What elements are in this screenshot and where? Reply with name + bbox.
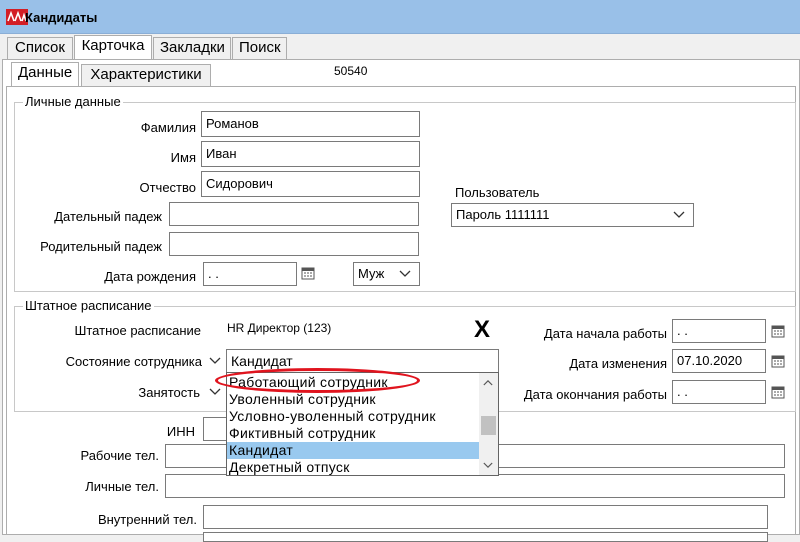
start-date-field[interactable]: . .	[672, 319, 766, 343]
patronymic-field[interactable]: Сидорович	[201, 171, 420, 197]
calendar-icon[interactable]	[771, 324, 785, 338]
start-date-label: Дата начала работы	[543, 326, 667, 341]
status-option[interactable]: Фиктивный сотрудник	[227, 425, 479, 442]
internal-phone-field[interactable]	[203, 505, 768, 529]
tab-list[interactable]: Список	[7, 37, 73, 59]
genitive-label: Родительный падеж	[40, 239, 162, 254]
inn-field[interactable]	[203, 417, 227, 441]
scrollbar-thumb[interactable]	[481, 416, 496, 435]
status-option[interactable]: Условно-уволенный сотрудник	[227, 408, 479, 425]
tab-search[interactable]: Поиск	[232, 37, 287, 59]
personal-phone-label: Личные тел.	[85, 479, 159, 494]
tab-data[interactable]: Данные	[11, 62, 79, 87]
schedule-label: Штатное расписание	[74, 323, 201, 338]
chevron-down-icon[interactable]	[209, 388, 221, 396]
dative-label: Дательный падеж	[54, 209, 162, 224]
tab-characteristics[interactable]: Характеристики	[81, 64, 211, 86]
window-title: Кандидаты	[25, 10, 98, 25]
dative-field[interactable]	[169, 202, 419, 226]
calendar-icon[interactable]	[771, 385, 785, 399]
status-option[interactable]: Декретный отпуск	[227, 459, 479, 476]
personal-phone-field[interactable]	[165, 474, 785, 498]
birth-date-field[interactable]: . .	[203, 262, 297, 286]
chevron-down-icon	[399, 270, 411, 277]
first-name-label: Имя	[170, 150, 196, 165]
chevron-down-icon[interactable]	[209, 357, 221, 365]
internal-phone-label: Внутренний тел.	[97, 512, 197, 527]
status-option[interactable]: Уволенный сотрудник	[227, 391, 479, 408]
highlight-ellipse	[215, 368, 420, 393]
dropdown-scrollbar[interactable]	[479, 373, 498, 475]
changed-date-field[interactable]: 07.10.2020	[672, 349, 766, 373]
last-name-label: Фамилия	[140, 120, 196, 135]
calendar-icon[interactable]	[771, 354, 785, 368]
scroll-up-icon[interactable]	[483, 379, 493, 386]
changed-date-label: Дата изменения	[569, 356, 667, 371]
last-name-field[interactable]: Романов	[201, 111, 420, 137]
scroll-down-icon[interactable]	[483, 462, 493, 469]
tab-bookmarks[interactable]: Закладки	[153, 37, 231, 59]
title-bar: Кандидаты	[0, 0, 800, 34]
genitive-field[interactable]	[169, 232, 419, 256]
close-mark[interactable]: X	[474, 316, 490, 344]
user-value: Пароль 1111111	[456, 207, 550, 222]
status-label: Состояние сотрудника	[65, 354, 202, 369]
staff-schedule-title: Штатное расписание	[23, 298, 154, 313]
work-phone-label: Рабочие тел.	[80, 448, 159, 463]
patronymic-label: Отчество	[139, 180, 196, 195]
first-name-field[interactable]: Иван	[201, 141, 420, 167]
gender-select[interactable]: Муж	[353, 262, 420, 286]
personal-data-title: Личные данные	[23, 94, 123, 109]
user-label: Пользователь	[455, 185, 540, 200]
end-date-field[interactable]: . .	[672, 380, 766, 404]
end-date-label: Дата окончания работы	[523, 387, 667, 402]
record-id: 50540	[330, 61, 403, 87]
schedule-value: HR Директор (123)	[227, 321, 332, 335]
birth-date-label: Дата рождения	[104, 269, 196, 284]
user-select[interactable]: Пароль 1111111	[451, 203, 694, 227]
gender-value: Муж	[358, 266, 385, 281]
inn-label: ИНН	[166, 424, 195, 439]
calendar-icon[interactable]	[301, 266, 315, 280]
tab-card[interactable]: Карточка	[74, 35, 152, 60]
chevron-down-icon	[673, 211, 685, 218]
extra-field[interactable]	[203, 532, 768, 542]
status-option-selected[interactable]: Кандидат	[227, 442, 479, 459]
employment-label: Занятость	[138, 385, 200, 400]
